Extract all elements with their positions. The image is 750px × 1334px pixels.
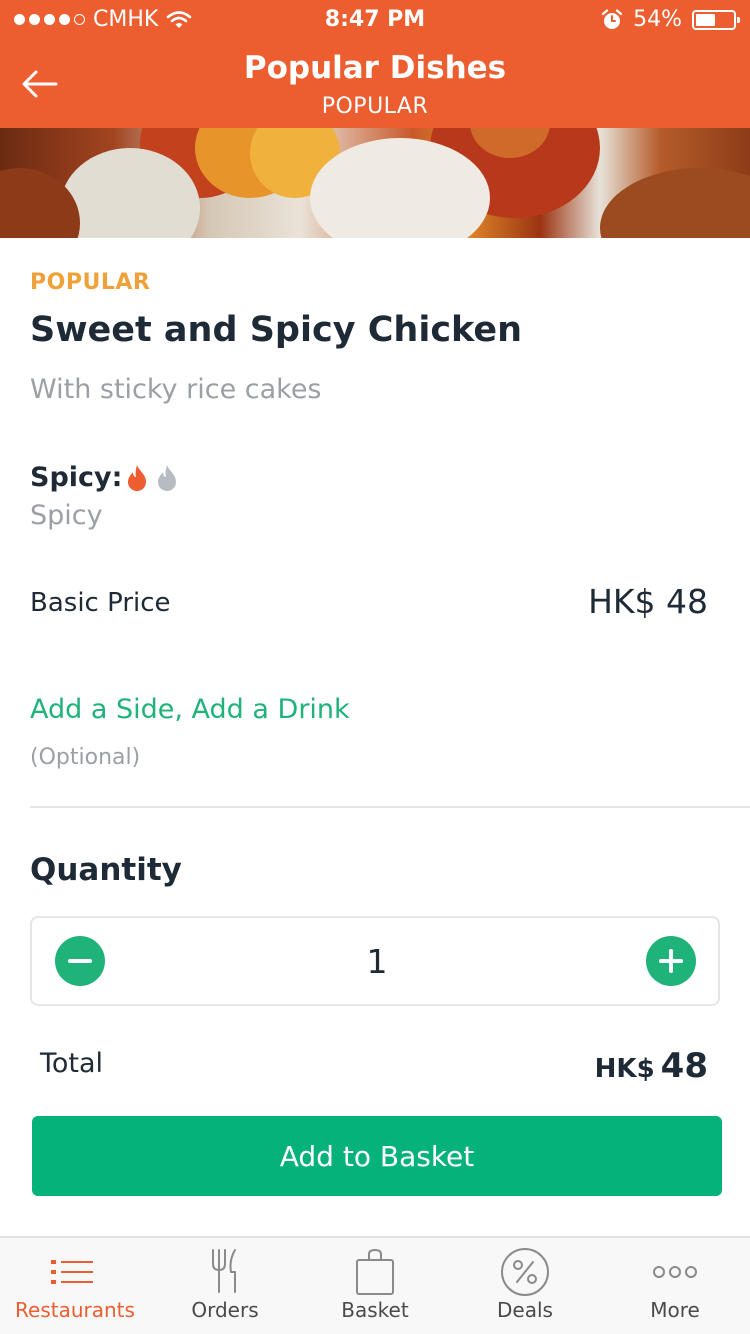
quantity-stepper: 1 <box>30 916 720 1006</box>
bottom-tab-bar: Restaurants Orders Basket Deals More <box>0 1236 750 1334</box>
spicy-label: Spicy: <box>30 462 123 493</box>
add-to-basket-button[interactable]: Add to Basket <box>32 1116 722 1196</box>
tab-more[interactable]: More <box>600 1238 750 1334</box>
dish-name: Sweet and Spicy Chicken <box>30 310 523 350</box>
total-currency: HK$ <box>594 1054 655 1084</box>
quantity-label: Quantity <box>30 852 182 888</box>
tab-label: Basket <box>341 1298 409 1322</box>
app-header: CMHK 8:47 PM 54% Popular Dishes POPULAR <box>0 0 750 128</box>
battery-icon <box>692 9 740 30</box>
tab-basket[interactable]: Basket <box>300 1238 450 1334</box>
page-title: Popular Dishes <box>243 50 507 86</box>
more-dots-icon <box>653 1266 697 1278</box>
battery-percent: 54% <box>633 7 682 32</box>
flame-icon-inactive <box>158 465 176 491</box>
list-icon <box>51 1260 93 1284</box>
tab-label: Deals <box>497 1298 553 1322</box>
addon-optional-note: (Optional) <box>30 745 141 770</box>
status-right: 54% <box>601 7 740 32</box>
tab-deals[interactable]: Deals <box>450 1238 600 1334</box>
plus-icon-vertical <box>669 949 673 973</box>
increase-quantity-button[interactable] <box>646 936 696 986</box>
battery-fill <box>696 13 715 26</box>
photo-detail <box>600 168 750 238</box>
tab-label: Restaurants <box>15 1298 135 1322</box>
flame-icon-active <box>128 465 146 491</box>
tab-orders[interactable]: Orders <box>150 1238 300 1334</box>
tab-label: Orders <box>191 1298 259 1322</box>
dish-description: With sticky rice cakes <box>30 374 322 405</box>
total-value: HK$ 48 <box>595 1046 708 1086</box>
status-bar: CMHK 8:47 PM 54% <box>0 0 750 40</box>
quantity-value: 1 <box>366 942 388 981</box>
tab-restaurants[interactable]: Restaurants <box>0 1238 150 1334</box>
dish-photo <box>0 128 750 238</box>
spicy-value: Spicy <box>30 500 103 531</box>
fork-knife-icon <box>212 1249 236 1293</box>
total-amount: 48 <box>660 1046 708 1086</box>
spicy-level-indicator <box>126 464 178 492</box>
percent-icon <box>501 1248 549 1296</box>
page-subtitle: POPULAR <box>321 94 429 119</box>
section-divider <box>30 806 750 808</box>
dish-category: POPULAR <box>30 270 151 295</box>
add-side-drink-link[interactable]: Add a Side, Add a Drink <box>30 694 350 725</box>
alarm-clock-icon <box>601 8 623 29</box>
tab-label: More <box>650 1298 700 1322</box>
basic-price-value: HK$ 48 <box>588 582 708 621</box>
total-label: Total <box>40 1048 104 1079</box>
shopping-bag-icon <box>356 1248 394 1295</box>
basic-price-label: Basic Price <box>30 588 171 618</box>
